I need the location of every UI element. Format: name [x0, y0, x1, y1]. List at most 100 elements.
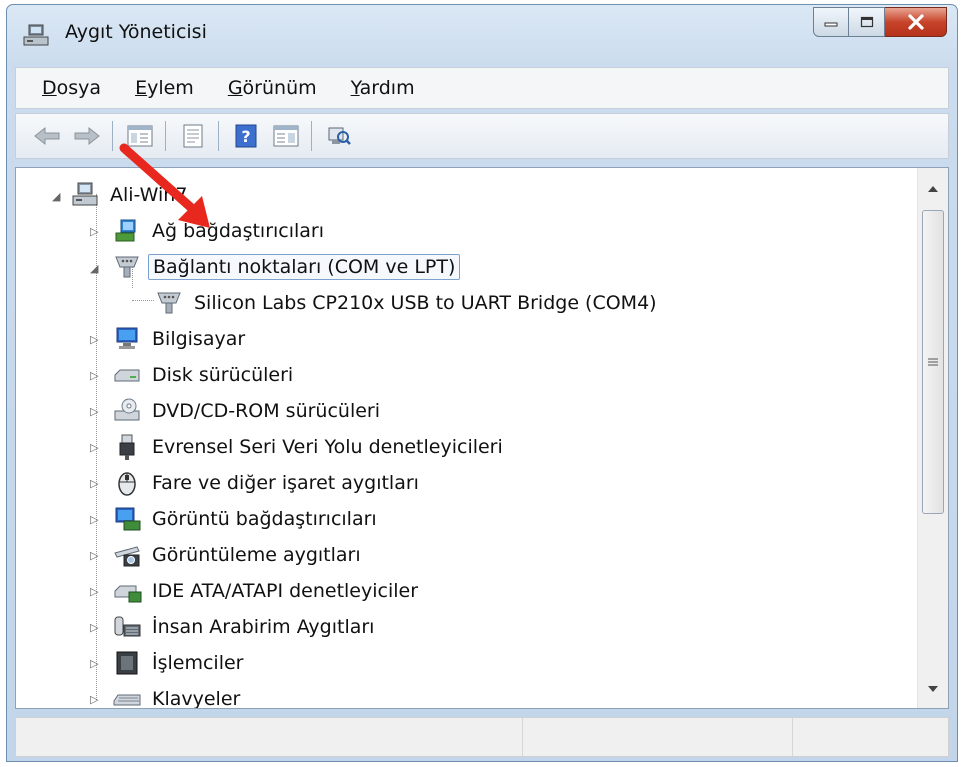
- tree-item-usb-controllers[interactable]: ▷ Evrensel Seri Veri Yolu denetleyiciler…: [90, 430, 507, 464]
- scan-hardware-button[interactable]: [324, 121, 354, 151]
- port-icon: [115, 256, 139, 278]
- menu-eylem[interactable]: Eylem: [135, 77, 194, 99]
- expand-arrow-icon[interactable]: ▷: [90, 513, 98, 526]
- dvd-icon: [114, 398, 140, 421]
- status-bar: [15, 717, 949, 757]
- expand-arrow-icon[interactable]: ▷: [90, 369, 98, 382]
- disk-drive-icon: [114, 369, 140, 382]
- hid-icon: [114, 616, 141, 637]
- expand-arrow-icon[interactable]: ▷: [90, 441, 98, 454]
- tree-item-ide-controllers[interactable]: ▷ IDE ATA/ATAPI denetleyiciler: [90, 574, 422, 608]
- tree-item-label: Klavyeler: [152, 688, 241, 709]
- tree-item-keyboards[interactable]: ▷ Klavyeler: [90, 682, 244, 709]
- console-tree-button[interactable]: [125, 121, 155, 151]
- computer-icon: [116, 327, 138, 349]
- maximize-icon: [860, 16, 873, 28]
- menu-gorunum-label: örünüm: [242, 77, 317, 99]
- scroll-up-icon: [928, 186, 938, 192]
- title-bar[interactable]: Aygıt Yöneticisi: [7, 5, 957, 63]
- menu-dosya[interactable]: Dosya: [42, 77, 101, 99]
- expand-arrow-icon[interactable]: ▷: [90, 225, 98, 238]
- expand-arrow-icon[interactable]: ▷: [90, 405, 98, 418]
- port-device-icon: [157, 292, 181, 314]
- mouse-icon: [118, 472, 136, 496]
- imaging-device-icon: [114, 546, 140, 567]
- tree-root-label: Ali-Win7: [110, 184, 188, 206]
- expand-arrow-icon[interactable]: ▷: [90, 477, 98, 490]
- tree-item-mice[interactable]: ▷ Fare ve diğer işaret aygıtları: [90, 466, 423, 500]
- status-bar-separator: [792, 718, 793, 756]
- usb-icon: [119, 434, 135, 460]
- menu-yardim-accel: Y: [350, 77, 360, 99]
- tree-item-label: Görüntü bağdaştırıcıları: [152, 508, 377, 530]
- minimize-icon: [824, 22, 838, 27]
- computer-root-icon: [72, 182, 98, 206]
- tree-item-cp210x-bridge[interactable]: Silicon Labs CP210x USB to UART Bridge (…: [154, 286, 661, 320]
- vertical-scrollbar[interactable]: [917, 168, 948, 708]
- device-manager-app-icon: [23, 24, 49, 46]
- properties-icon: [183, 124, 203, 148]
- tree-root-item[interactable]: ◢ Ali-Win7: [52, 178, 191, 212]
- tree-item-dvd-drives[interactable]: ▷ DVD/CD-ROM sürücüleri: [90, 394, 384, 428]
- menu-gorunum-accel: G: [227, 77, 243, 99]
- console-tree-icon: [127, 125, 153, 147]
- close-button[interactable]: [885, 7, 947, 37]
- menu-eylem-accel: E: [135, 77, 148, 99]
- expand-arrow-icon[interactable]: ▷: [90, 621, 98, 634]
- forward-icon: [74, 126, 100, 146]
- toolbar: ?: [15, 113, 949, 159]
- processor-icon: [116, 651, 138, 675]
- scroll-down-button[interactable]: [918, 674, 948, 704]
- device-tree[interactable]: ◢ Ali-Win7 ▷ Ağ bağdaştırıcıları ◢ Bağla…: [15, 167, 949, 709]
- network-adapter-icon: [115, 219, 136, 242]
- scan-hardware-icon: [328, 127, 351, 145]
- expand-arrow-icon[interactable]: ▷: [90, 693, 98, 706]
- status-bar-separator: [522, 718, 523, 756]
- tree-item-computer[interactable]: ▷ Bilgisayar: [90, 322, 249, 356]
- tree-item-imaging-devices[interactable]: ▷ Görüntüleme aygıtları: [90, 538, 365, 572]
- menu-bar: Dosya Eylem Görünüm Yardım: [15, 67, 949, 109]
- tree-item-processors[interactable]: ▷ İşlemciler: [90, 646, 247, 680]
- tree-item-label: Evrensel Seri Veri Yolu denetleyicileri: [152, 436, 503, 458]
- keyboard-icon: [113, 694, 141, 706]
- menu-yardim[interactable]: Yardım: [351, 77, 415, 99]
- tree-item-label: DVD/CD-ROM sürücüleri: [152, 400, 381, 422]
- menu-gorunum[interactable]: Görünüm: [228, 77, 317, 99]
- expand-arrow-icon[interactable]: ▷: [90, 657, 98, 670]
- expand-arrow-icon[interactable]: ▷: [90, 585, 98, 598]
- menu-eylem-label: ylem: [147, 77, 194, 99]
- tree-item-disk-drives[interactable]: ▷ Disk sürücüleri: [90, 358, 297, 392]
- toolbar-separator: [218, 121, 219, 151]
- tree-item-label: IDE ATA/ATAPI denetleyiciler: [152, 580, 419, 602]
- tree-item-network-adapters[interactable]: ▷ Ağ bağdaştırıcıları: [90, 214, 328, 248]
- expand-arrow-icon[interactable]: ▷: [90, 549, 98, 562]
- device-manager-window: Aygıt Yöneticisi Dosya Eylem Görünüm Yar…: [6, 4, 958, 762]
- toolbar-separator: [112, 121, 113, 151]
- help-button[interactable]: ?: [231, 121, 261, 151]
- toolbar-separator: [311, 121, 312, 151]
- expand-arrow-icon[interactable]: ▷: [90, 333, 98, 346]
- grip-icon: [928, 358, 938, 366]
- collapse-arrow-icon[interactable]: ◢: [90, 262, 98, 275]
- tree-item-label: İşlemciler: [152, 652, 244, 674]
- ide-controller-icon: [114, 585, 142, 603]
- minimize-button[interactable]: [813, 7, 849, 37]
- tree-item-label: İnsan Arabirim Aygıtları: [152, 616, 375, 638]
- tree-item-label: Görüntüleme aygıtları: [152, 544, 361, 566]
- collapse-arrow-icon[interactable]: ◢: [52, 190, 60, 203]
- tree-connector-line: [132, 300, 154, 301]
- properties-button[interactable]: [178, 121, 208, 151]
- tree-item-hid[interactable]: ▷ İnsan Arabirim Aygıtları: [90, 610, 378, 644]
- action-pane-button[interactable]: [271, 121, 301, 151]
- svg-text:?: ?: [241, 127, 250, 146]
- scroll-up-button[interactable]: [918, 174, 948, 204]
- tree-item-label: Fare ve diğer işaret aygıtları: [152, 472, 419, 494]
- forward-button[interactable]: [72, 121, 102, 151]
- tree-item-label: Ağ bağdaştırıcıları: [152, 220, 325, 242]
- maximize-button[interactable]: [849, 7, 885, 37]
- back-button[interactable]: [32, 121, 62, 151]
- scroll-thumb[interactable]: [922, 210, 944, 514]
- scroll-down-icon: [928, 686, 938, 692]
- tree-item-display-adapters[interactable]: ▷ Görüntü bağdaştırıcıları: [90, 502, 381, 536]
- tree-item-ports[interactable]: ◢ Bağlantı noktaları (COM ve LPT): [90, 250, 461, 284]
